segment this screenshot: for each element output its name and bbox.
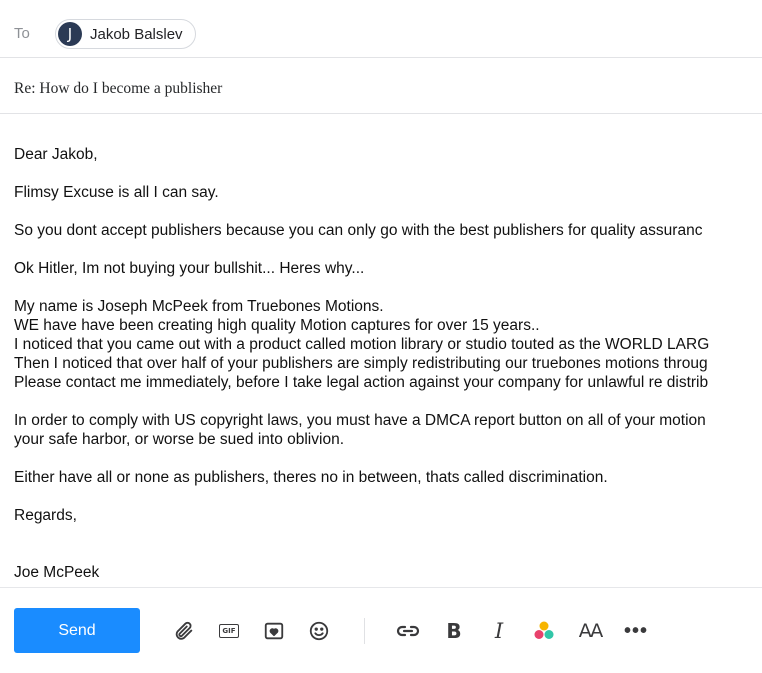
- body-line: Then I noticed that over half of your pu…: [14, 355, 708, 372]
- attach-icon[interactable]: [170, 617, 198, 645]
- body-line: Please contact me immediately, before I …: [14, 374, 709, 391]
- more-options-label: •••: [623, 619, 648, 642]
- link-icon[interactable]: [394, 617, 422, 645]
- toolbar-separator: [364, 618, 365, 644]
- body-line: So you dont accept publishers because yo…: [14, 222, 703, 239]
- bold-label: B: [446, 619, 462, 643]
- emoji-icon[interactable]: [305, 617, 333, 645]
- recipient-name: Jakob Balslev: [90, 25, 183, 43]
- send-button[interactable]: Send: [14, 608, 140, 653]
- body-line: My name is Joseph McPeek from Truebones …: [14, 298, 384, 315]
- body-line: I noticed that you came out with a produ…: [14, 336, 710, 353]
- body-line: WE have have been creating high quality …: [14, 317, 540, 334]
- body-line: Ok Hitler, Im not buying your bullshit..…: [14, 260, 365, 277]
- more-options-icon[interactable]: •••: [622, 617, 650, 645]
- body-line: In order to comply with US copyright law…: [14, 412, 706, 429]
- toolbar-divider: [0, 587, 762, 588]
- gif-label: GIF: [219, 624, 239, 638]
- avatar: J: [58, 22, 82, 46]
- gif-icon[interactable]: GIF: [215, 617, 243, 645]
- recipient-chip[interactable]: J Jakob Balslev: [55, 19, 196, 49]
- recipient-row: To J Jakob Balslev: [0, 0, 762, 58]
- text-color-icon[interactable]: [530, 617, 558, 645]
- subject-text: Re: How do I become a publisher: [14, 80, 223, 97]
- italic-icon[interactable]: I: [485, 617, 513, 645]
- body-line: Regards,: [14, 507, 77, 524]
- body-line: Flimsy Excuse is all I can say.: [14, 184, 219, 201]
- font-size-label: AA: [578, 620, 603, 642]
- bold-icon[interactable]: B: [440, 617, 468, 645]
- body-line: your safe harbor, or worse be sued into …: [14, 431, 344, 448]
- body-line: Dear Jakob,: [14, 146, 98, 163]
- body-line: Either have all or none as publishers, t…: [14, 469, 608, 486]
- italic-label: I: [494, 619, 504, 643]
- to-label: To: [14, 25, 30, 42]
- subject-field[interactable]: Re: How do I become a publisher: [0, 58, 762, 114]
- body-line: Joe McPeek: [14, 564, 100, 581]
- font-size-icon[interactable]: AA: [576, 617, 604, 645]
- message-body[interactable]: Dear Jakob, Flimsy Excuse is all I can sa…: [14, 145, 762, 585]
- sticker-icon[interactable]: [260, 617, 288, 645]
